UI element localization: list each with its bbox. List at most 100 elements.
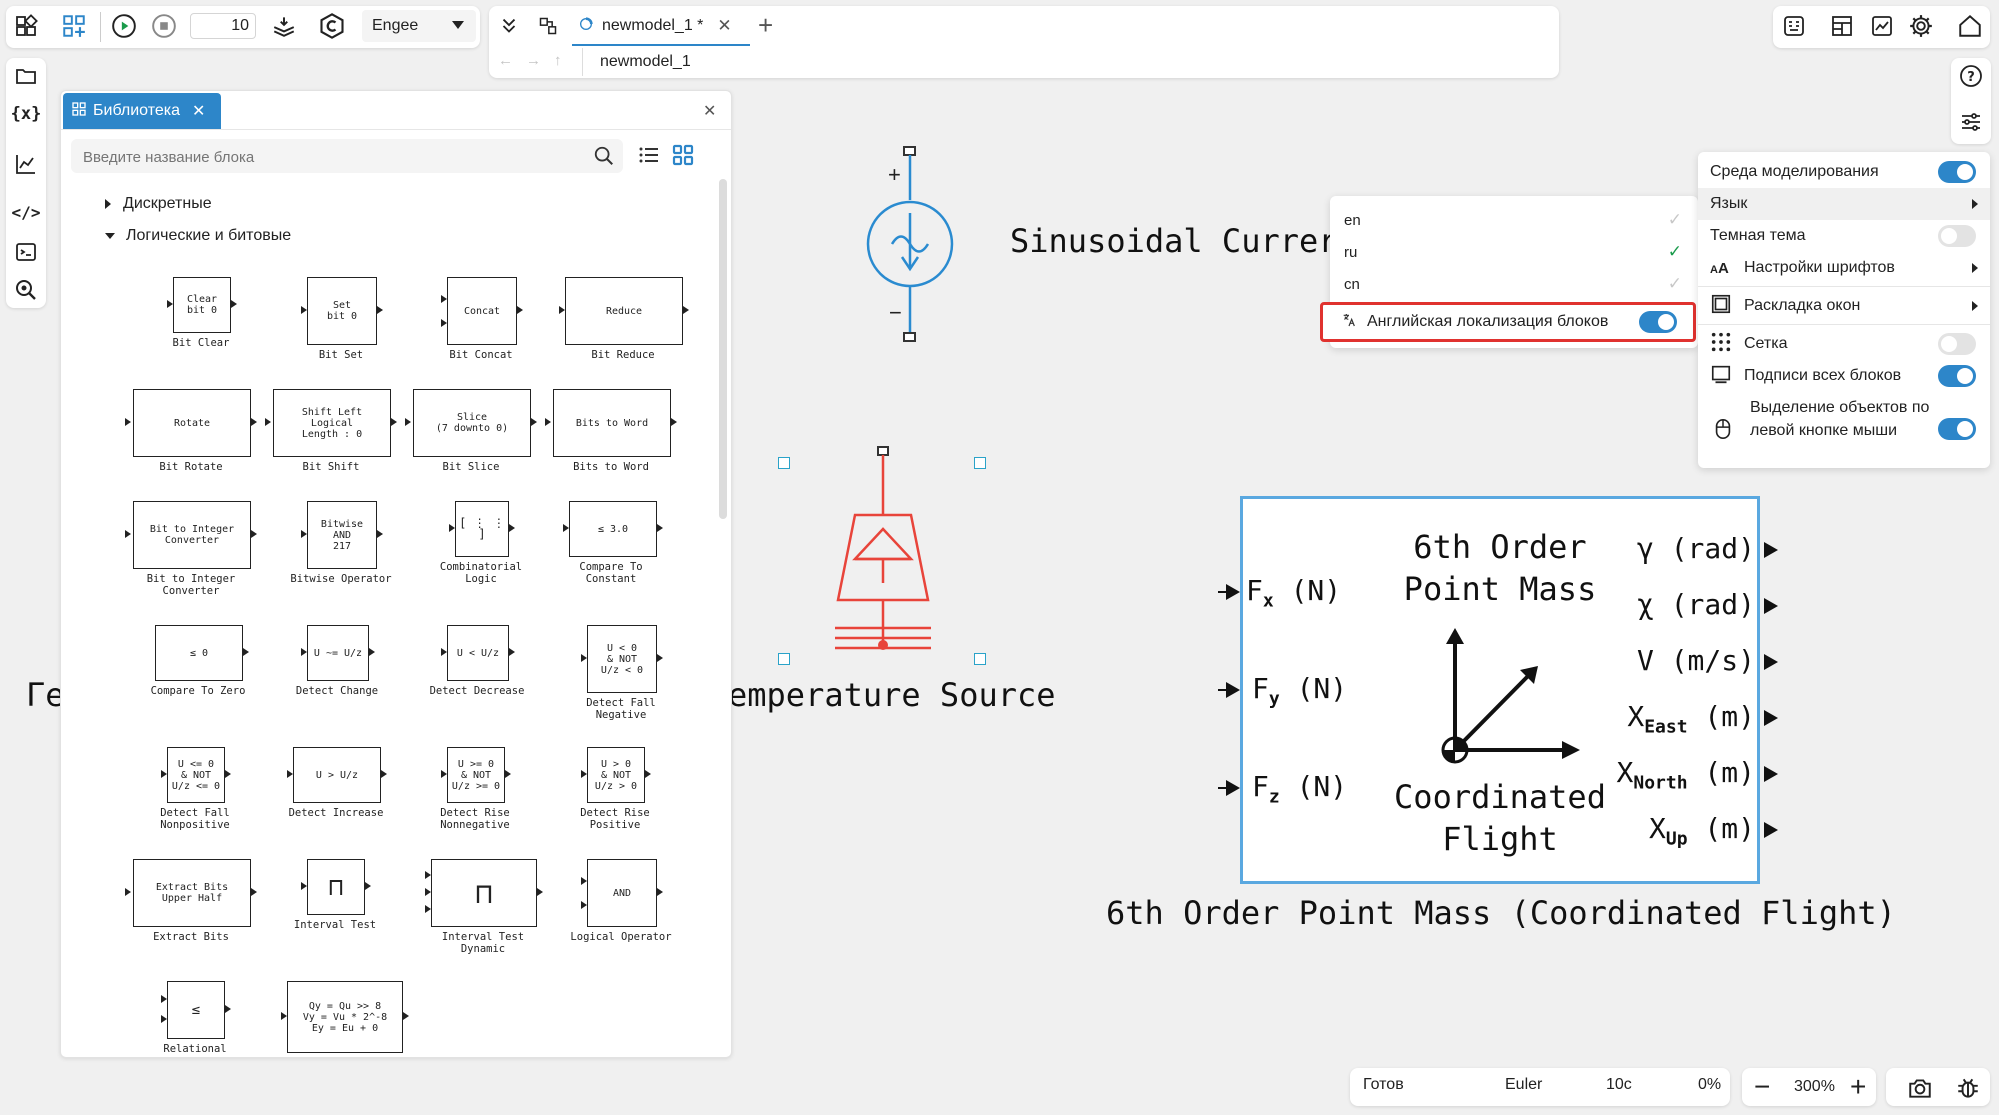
grid-toggle[interactable] <box>1938 333 1976 355</box>
selection-handle-br[interactable] <box>974 653 986 665</box>
library-block[interactable]: [ ⋮ ⋮ ] Combinatorial Logic <box>433 501 523 601</box>
library-block[interactable]: ⊓ Interval Test <box>293 859 383 959</box>
new-model-icon[interactable] <box>56 8 92 44</box>
library-block[interactable]: Bit to Integer Converter Bit to Integer … <box>121 501 257 601</box>
library-block[interactable]: ≤ 0 Compare To Zero <box>143 625 253 705</box>
setting-left-click-select[interactable]: Выделение объектов по левой кнопке мыши <box>1698 394 1990 464</box>
input-port-fy[interactable] <box>1218 682 1240 698</box>
double-chevron-down-icon[interactable] <box>491 8 527 44</box>
input-port-fx[interactable] <box>1218 584 1240 600</box>
tab-model[interactable]: newmodel_1 * ✕ <box>572 8 750 46</box>
english-blocks-toggle[interactable] <box>1639 311 1677 333</box>
setting-grid[interactable]: Сетка <box>1698 328 1990 360</box>
gear-icon[interactable] <box>1903 8 1939 44</box>
library-block[interactable]: Set bit 0 Bit Set <box>293 277 383 361</box>
zoom-out-button[interactable]: − <box>1754 1068 1770 1106</box>
tree-item-logic[interactable]: Логические и битовые <box>105 227 291 245</box>
left-click-select-toggle[interactable] <box>1938 418 1976 440</box>
breadcrumb[interactable]: newmodel_1 <box>600 53 691 71</box>
stack-icon[interactable] <box>266 8 302 44</box>
library-block[interactable]: U > U/z Detect Increase <box>283 747 393 847</box>
library-block[interactable]: U < 0 & NOT U/z < 0 Detect Fall Negative <box>573 625 663 725</box>
engee-logo-icon[interactable] <box>314 8 350 44</box>
library-block[interactable]: ⊓ Interval Test Dynamic <box>417 859 543 959</box>
library-block[interactable]: Bitwise AND 217 Bitwise Operator <box>290 501 392 601</box>
library-block[interactable]: Qy = Qu >> 8 Vy = Vu * 2^-8 Ey = Eu + 0 <box>273 981 409 1057</box>
output-port-gamma[interactable] <box>1764 542 1778 558</box>
language-option-ru[interactable]: ru ✓ <box>1330 236 1698 268</box>
keyboard-icon[interactable] <box>1776 8 1812 44</box>
library-block[interactable]: U ~= U/z Detect Change <box>293 625 383 705</box>
library-block[interactable]: Bits to Word Bits to Word <box>541 389 681 473</box>
zoom-search-icon[interactable] <box>8 272 44 308</box>
block-search-field[interactable] <box>71 139 623 173</box>
tree-item-discrete[interactable]: Дискретные <box>105 195 212 213</box>
library-block[interactable]: Slice (7 downto 0) Bit Slice <box>401 389 537 473</box>
library-scrollbar[interactable] <box>719 179 727 519</box>
simulation-env-toggle[interactable] <box>1938 161 1976 183</box>
sliders-icon[interactable] <box>1953 104 1989 140</box>
blocks-icon[interactable] <box>8 8 44 44</box>
library-block[interactable]: Clear bit 0 Bit Clear <box>163 277 253 357</box>
hierarchy-icon[interactable] <box>530 8 566 44</box>
output-port-chi[interactable] <box>1764 598 1778 614</box>
library-block[interactable]: Shift Left Logical Length : 0 Bit Shift <box>261 389 397 473</box>
library-block[interactable]: Rotate Bit Rotate <box>121 389 257 473</box>
chart-icon[interactable] <box>8 146 44 182</box>
library-block[interactable]: ≤ Relational <box>153 981 243 1057</box>
variables-icon[interactable]: {x} <box>8 96 44 132</box>
selection-handle-tr[interactable] <box>974 457 986 469</box>
engine-select[interactable]: Engee <box>362 10 476 42</box>
setting-fonts[interactable]: AA Настройки шрифтов <box>1698 252 1990 284</box>
output-port-xnorth[interactable] <box>1764 766 1778 782</box>
sinusoidal-current-source-block[interactable] <box>860 145 960 345</box>
block-labels-toggle[interactable] <box>1938 365 1976 387</box>
library-block[interactable]: U <= 0 & NOT U/z <= 0 Detect Fall Nonpos… <box>153 747 243 847</box>
library-block[interactable]: U > 0 & NOT U/z > 0 Detect Rise Positive <box>573 747 663 847</box>
selection-handle-bl[interactable] <box>778 653 790 665</box>
zoom-in-button[interactable]: + <box>1850 1068 1866 1106</box>
nav-forward-icon[interactable]: → <box>526 52 541 69</box>
close-tab-icon[interactable]: ✕ <box>717 16 731 36</box>
code-icon[interactable]: </> <box>8 194 44 230</box>
library-block[interactable]: U >= 0 & NOT U/z >= 0 Detect Rise Nonneg… <box>433 747 523 847</box>
layout-grid-icon[interactable] <box>1824 8 1860 44</box>
camera-icon[interactable] <box>1902 1070 1938 1106</box>
setting-language[interactable]: Язык <box>1698 188 1990 220</box>
setting-dark-theme[interactable]: Темная тема <box>1698 220 1990 252</box>
dark-theme-toggle[interactable] <box>1938 225 1976 247</box>
library-block[interactable]: AND Logical Operator <box>570 859 672 959</box>
terminal-icon[interactable] <box>8 234 44 270</box>
selection-handle-tl[interactable] <box>778 457 790 469</box>
image-chart-icon[interactable] <box>1864 8 1900 44</box>
temperature-source-block[interactable] <box>820 445 946 670</box>
close-library-tab-icon[interactable]: ✕ <box>192 101 205 121</box>
help-icon[interactable]: ? <box>1953 58 1989 94</box>
add-tab-icon[interactable]: + <box>758 10 773 40</box>
nav-up-icon[interactable]: ↑ <box>554 52 562 69</box>
library-block[interactable]: Extract Bits Upper Half Extract Bits <box>121 859 257 959</box>
english-blocks-option[interactable]: Английская локализация блоков <box>1320 302 1696 342</box>
output-port-v[interactable] <box>1764 654 1778 670</box>
bug-icon[interactable] <box>1950 1070 1986 1106</box>
setting-simulation-env[interactable]: Среда моделирования <box>1698 156 1990 188</box>
language-option-cn[interactable]: cn ✓ <box>1330 268 1698 300</box>
search-icon[interactable] <box>593 145 615 172</box>
block-search-input[interactable] <box>81 145 565 169</box>
folder-icon[interactable] <box>8 58 44 94</box>
language-option-en[interactable]: en ✓ <box>1330 204 1698 236</box>
home-icon[interactable] <box>1952 8 1988 44</box>
play-icon[interactable] <box>106 8 142 44</box>
nav-back-icon[interactable]: ← <box>498 52 513 69</box>
library-block[interactable]: U < U/z Detect Decrease <box>430 625 524 705</box>
output-port-xeast[interactable] <box>1764 710 1778 726</box>
step-input[interactable]: 10 <box>190 13 256 39</box>
list-view-icon[interactable] <box>637 143 661 172</box>
setting-window-layout[interactable]: Раскладка окон <box>1698 290 1990 322</box>
input-port-fz[interactable] <box>1218 780 1240 796</box>
setting-block-labels[interactable]: Подписи всех блоков <box>1698 360 1990 392</box>
library-block[interactable]: Reduce Bit Reduce <box>553 277 689 361</box>
library-block[interactable]: ≤ 3.0 Compare To Constant <box>561 501 663 601</box>
grid-view-icon[interactable] <box>671 143 695 172</box>
library-block[interactable]: Concat Bit Concat <box>433 277 523 361</box>
